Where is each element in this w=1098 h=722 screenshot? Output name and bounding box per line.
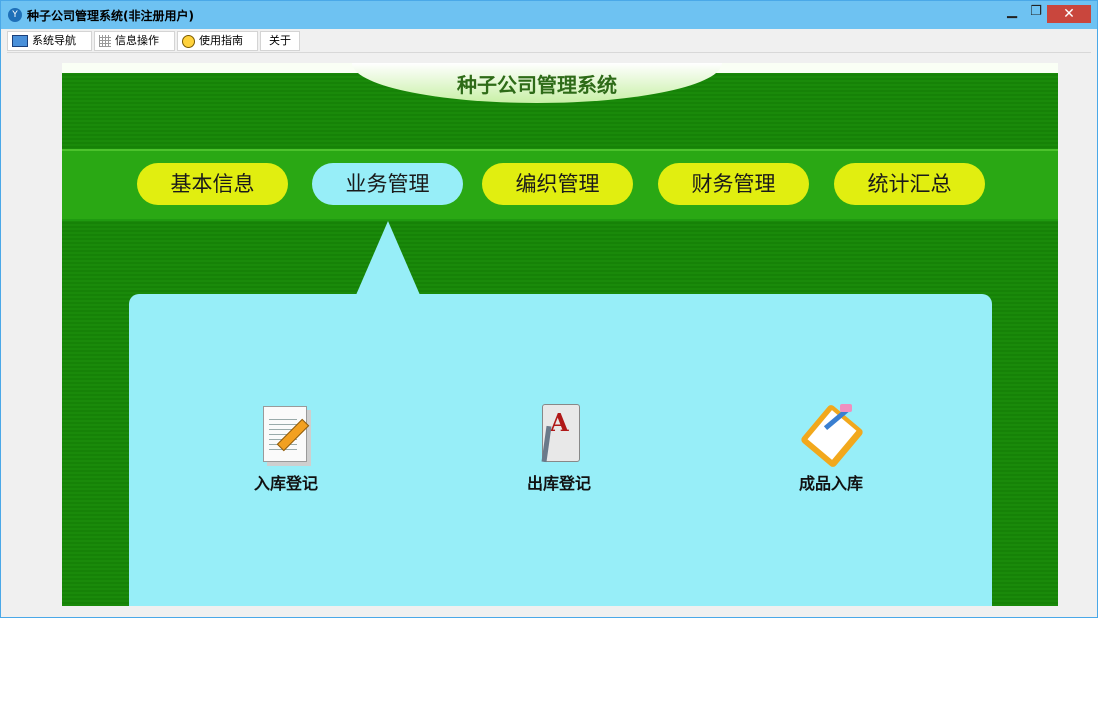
book-letter-a-icon: A [528,402,590,464]
function-label: 成品入库 [798,474,863,493]
minimize-button[interactable]: ▁ [999,1,1025,23]
app-logo-icon: Y [8,8,22,22]
tab-statistics[interactable]: 统计汇总 [834,163,985,205]
grid-icon [99,35,111,47]
stock-in-register-button[interactable]: 入库登记 [226,402,346,494]
menu-item-label: 使用指南 [199,34,243,47]
window-title: 种子公司管理系统(非注册用户) [27,9,194,23]
main-panel: 种子公司管理系统 基本信息 业务管理 编织管理 财务管理 统计汇总 入库登记 A [62,63,1058,606]
document-pencil-icon [255,402,317,464]
menu-divider [7,52,1091,53]
tab-finance-mgmt[interactable]: 财务管理 [658,163,809,205]
restore-button[interactable]: ❐ [1025,1,1047,23]
tab-basic-info[interactable]: 基本信息 [137,163,288,205]
clipboard-pencil-icon [799,402,865,469]
app-window: Y 种子公司管理系统(非注册用户) ▁ ❐ ✕ 系统导航 信息操作 使用指南 关… [0,0,1098,618]
menu-item-label: 系统导航 [32,34,76,47]
banner-title: 种子公司管理系统 [457,73,617,97]
menu-item-about[interactable]: 关于 [260,31,300,51]
stock-out-register-button[interactable]: A 出库登记 [499,402,619,494]
menu-item-system-nav[interactable]: 系统导航 [7,31,92,51]
title-banner: 种子公司管理系统 [352,63,722,103]
title-bar[interactable]: Y 种子公司管理系统(非注册用户) ▁ ❐ ✕ [1,1,1097,29]
function-label: 出库登记 [526,474,591,493]
active-tab-pointer [356,221,420,295]
function-area: 入库登记 A 出库登记 成品入库 [129,294,992,606]
menu-item-guide[interactable]: 使用指南 [177,31,258,51]
menu-item-label: 关于 [269,34,291,47]
menu-item-info-ops[interactable]: 信息操作 [94,31,175,51]
menu-item-label: 信息操作 [115,34,159,47]
function-label: 入库登记 [253,474,318,493]
tab-weaving-mgmt[interactable]: 编织管理 [482,163,633,205]
tab-business-mgmt[interactable]: 业务管理 [312,163,463,205]
close-button[interactable]: ✕ [1047,5,1091,23]
clock-icon [182,34,195,48]
finished-goods-in-button[interactable]: 成品入库 [771,402,891,494]
monitor-icon [12,35,28,47]
